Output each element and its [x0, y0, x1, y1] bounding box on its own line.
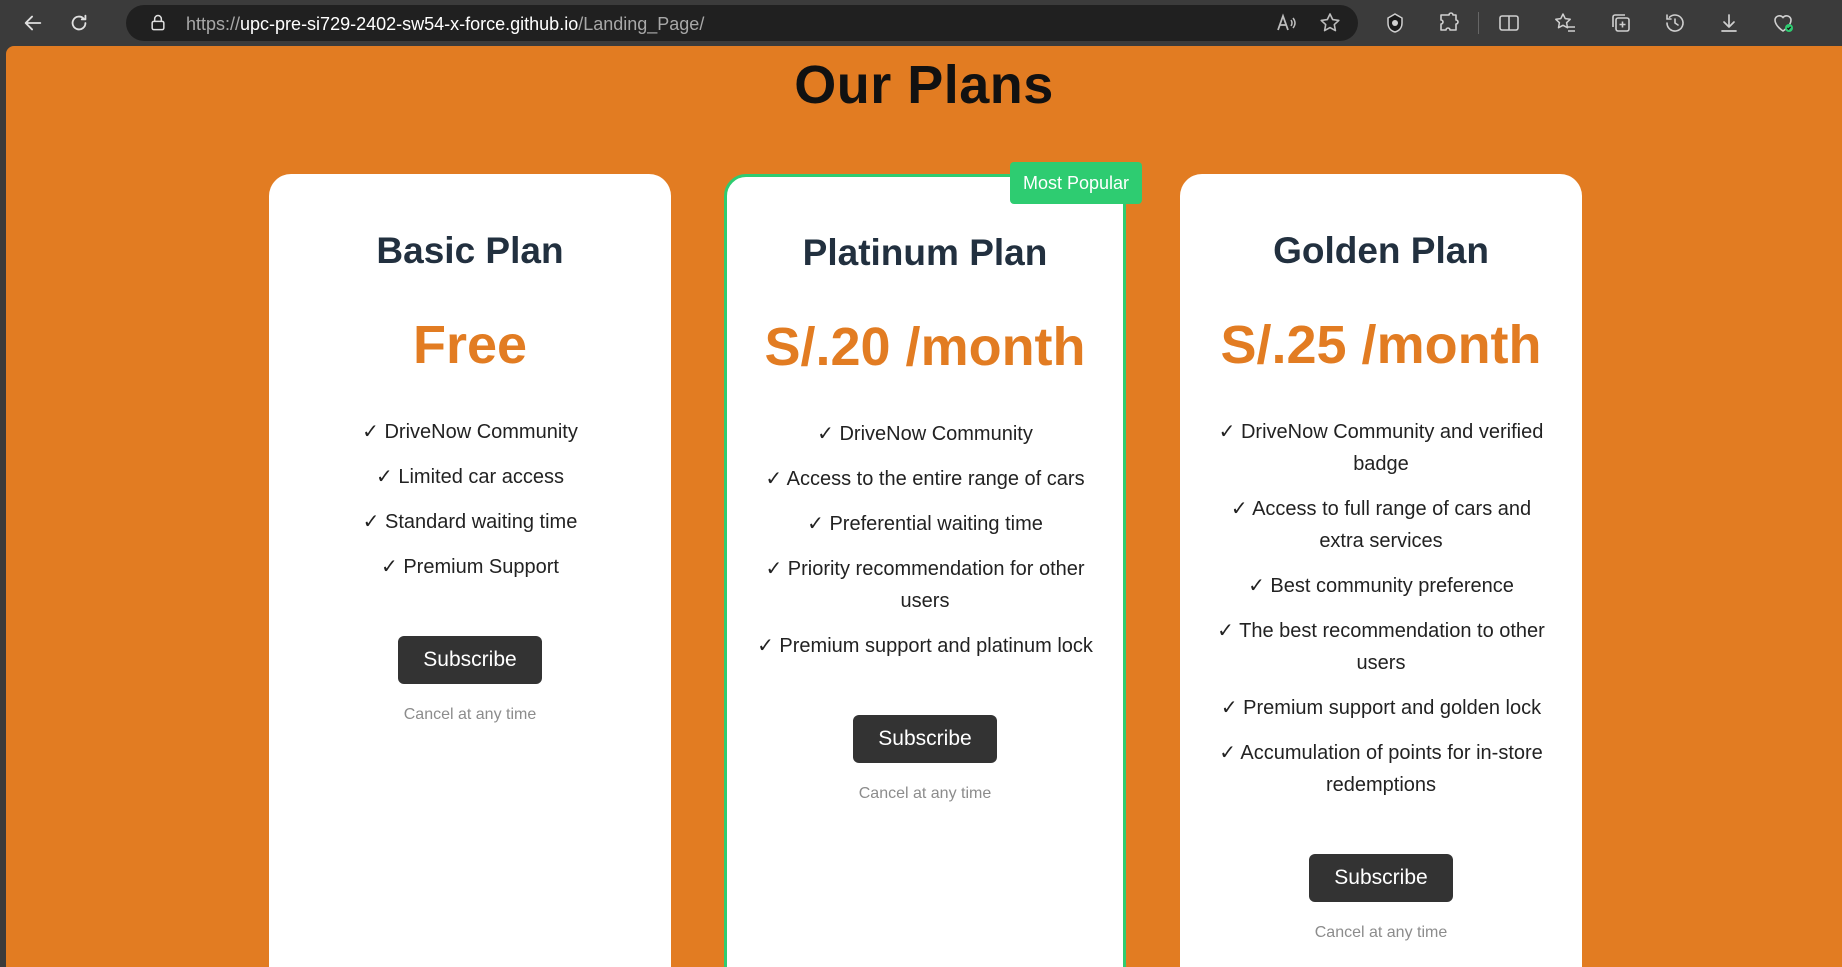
cancel-note: Cancel at any time [403, 706, 537, 723]
feature-item: ✓ Access to the entire range of cars [765, 468, 1085, 490]
download-icon [1721, 14, 1737, 32]
feature-list: ✓ DriveNow Community ✓ Access to the ent… [755, 418, 1095, 662]
favorites-button[interactable] [1552, 10, 1578, 36]
subscribe-button-platinum[interactable]: Subscribe [853, 715, 997, 763]
plan-name: Golden Plan [1273, 230, 1489, 271]
feature-item: ✓ Preferential waiting time [807, 513, 1043, 535]
split-screen-button[interactable] [1496, 10, 1522, 36]
subscribe-button-golden[interactable]: Subscribe [1309, 854, 1453, 902]
feature-item: ✓ Premium support and golden lock [1220, 697, 1542, 719]
history-icon [1666, 14, 1684, 32]
feature-item: ✓ Best community preference [1248, 575, 1514, 597]
browser-toolbar: https://upc-pre-si729-2402-sw54-x-force.… [0, 0, 1842, 46]
heart-pulse-icon [1774, 15, 1793, 32]
plan-name: Platinum Plan [802, 232, 1048, 273]
refresh-icon [71, 14, 87, 31]
feature-item: ✓ Standard waiting time [362, 511, 578, 533]
cancel-note: Cancel at any time [1314, 924, 1448, 941]
feature-item: ✓ Accumulation of points for in-store re… [1219, 742, 1543, 796]
plan-card-platinum: Platinum Plan S/.20 /month ✓ DriveNow Co… [724, 174, 1126, 967]
feature-item: ✓ DriveNow Community [362, 421, 578, 443]
feature-item: ✓ Premium support and platinum lock [757, 635, 1093, 657]
plan-price: S/.25 /month [1220, 315, 1542, 375]
history-button[interactable] [1662, 10, 1688, 36]
feature-list: ✓ DriveNow Community and verified badge … [1211, 416, 1551, 801]
feature-item: ✓ Access to full range of cars and extra… [1230, 498, 1532, 552]
extensions-button[interactable] [1436, 10, 1462, 36]
favorite-star-icon[interactable] [1318, 11, 1342, 35]
address-bar[interactable]: https://upc-pre-si729-2402-sw54-x-force.… [126, 5, 1358, 41]
feature-item: ✓ DriveNow Community [817, 423, 1033, 445]
feature-item: ✓ Priority recommendation for other user… [765, 558, 1085, 612]
feature-item: ✓ DriveNow Community and verified badge [1218, 421, 1544, 475]
most-popular-badge: Most Popular [1010, 162, 1142, 204]
extension-shield-button[interactable] [1382, 10, 1408, 36]
url-text[interactable]: https://upc-pre-si729-2402-sw54-x-force.… [186, 14, 704, 35]
plan-name: Basic Plan [376, 230, 564, 271]
feature-item: ✓ Premium Support [381, 556, 559, 578]
collections-icon [1612, 14, 1630, 32]
url-path: /Landing_Page/ [578, 14, 705, 34]
read-aloud-icon[interactable] [1274, 11, 1298, 35]
feature-list: ✓ DriveNow Community ✓ Limited car acces… [300, 416, 640, 583]
split-screen-icon [1499, 15, 1519, 31]
toolbar-divider [1478, 12, 1479, 34]
shield-extension-icon [1387, 13, 1403, 33]
plan-card-golden: Golden Plan S/.25 /month ✓ DriveNow Comm… [1180, 174, 1582, 967]
plan-price: Free [412, 315, 528, 375]
downloads-button[interactable] [1716, 10, 1742, 36]
page-title: Our Plans [794, 55, 1054, 115]
lock-icon[interactable] [148, 13, 168, 33]
collections-button[interactable] [1608, 10, 1634, 36]
favorites-star-list-icon [1555, 13, 1575, 32]
puzzle-icon [1440, 12, 1459, 31]
plan-card-basic: Basic Plan Free ✓ DriveNow Community ✓ L… [269, 174, 671, 967]
url-scheme: https:// [186, 14, 241, 34]
arrow-left-icon [24, 15, 42, 31]
back-button[interactable] [16, 6, 50, 40]
subscribe-button-basic[interactable]: Subscribe [398, 636, 542, 684]
feature-item: ✓ The best recommendation to other users [1217, 620, 1545, 674]
url-host: upc-pre-si729-2402-sw54-x-force.github.i… [240, 14, 579, 34]
cancel-note: Cancel at any time [858, 785, 992, 802]
browser-essentials-button[interactable] [1770, 10, 1796, 36]
feature-item: ✓ Limited car access [376, 466, 564, 488]
refresh-button[interactable] [62, 6, 96, 40]
plan-price: S/.20 /month [764, 317, 1086, 377]
landing-page: Our Plans Basic Plan Free ✓ DriveNow Com… [6, 46, 1842, 967]
